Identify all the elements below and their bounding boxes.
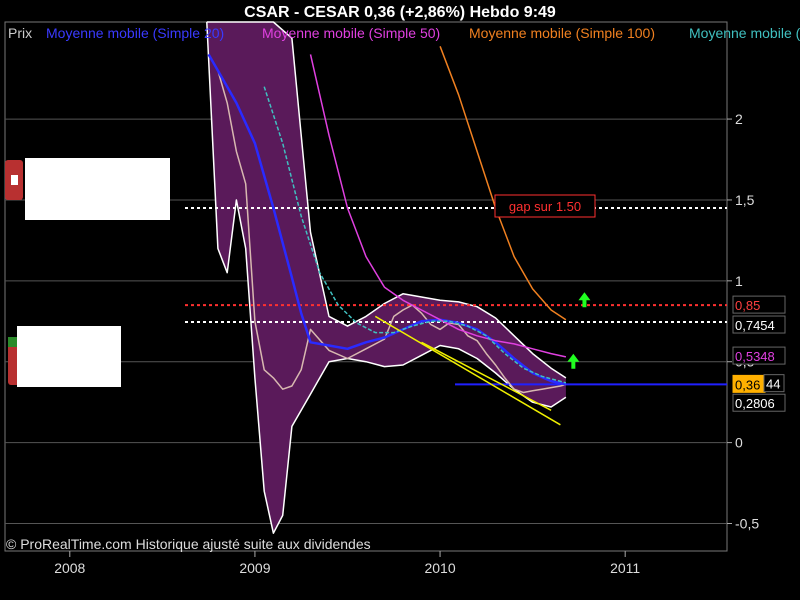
price-tag-label: 0,85 xyxy=(735,298,760,313)
price-tag-label: 0,5348 xyxy=(735,349,775,364)
price-tag-label: 0,36 xyxy=(735,377,760,392)
gap-annotation: gap sur 1.50 xyxy=(494,194,596,218)
y-tick-label: -0,5 xyxy=(735,515,759,531)
x-tick-label: 2011 xyxy=(610,560,640,576)
price-chart: -0,500,511,52 2008200920102011 0,850,745… xyxy=(0,0,800,600)
legend-item-ma200: Moyenne mobile (Simple 200) xyxy=(689,25,800,41)
legend-item-ma20: Moyenne mobile (Simple 20) xyxy=(46,25,224,41)
price-tags: 0,85 0,7454 0,5348 0,36 44 0,2806 xyxy=(732,295,786,412)
redacted-box-bottom xyxy=(17,326,121,387)
y-tick-label: 0 xyxy=(735,435,743,451)
y-tick-label: 1,5 xyxy=(735,192,755,208)
red-handle-left-top xyxy=(5,160,23,200)
x-tick-label: 2010 xyxy=(424,560,455,576)
chart-title: CSAR - CESAR 0,36 (+2,86%) Hebdo 9:49 xyxy=(244,4,556,21)
redacted-box-top xyxy=(25,158,170,220)
footer-credit: © ProRealTime.com Historique ajusté suit… xyxy=(6,536,371,552)
svg-text:gap sur 1.50: gap sur 1.50 xyxy=(509,199,581,214)
legend-item-ma100: Moyenne mobile (Simple 100) xyxy=(469,25,655,41)
x-tick-label: 2009 xyxy=(239,560,270,576)
y-tick-label: 2 xyxy=(735,111,743,127)
legend-item-ma50: Moyenne mobile (Simple 50) xyxy=(262,25,440,41)
x-tick-label: 2008 xyxy=(54,560,85,576)
price-tag-label: 44 xyxy=(766,377,780,392)
price-tag-label: 0,2806 xyxy=(735,396,775,411)
legend-item-prix: Prix xyxy=(8,25,32,41)
price-tag-label: 0,7454 xyxy=(735,318,775,333)
y-tick-label: 1 xyxy=(735,273,743,289)
